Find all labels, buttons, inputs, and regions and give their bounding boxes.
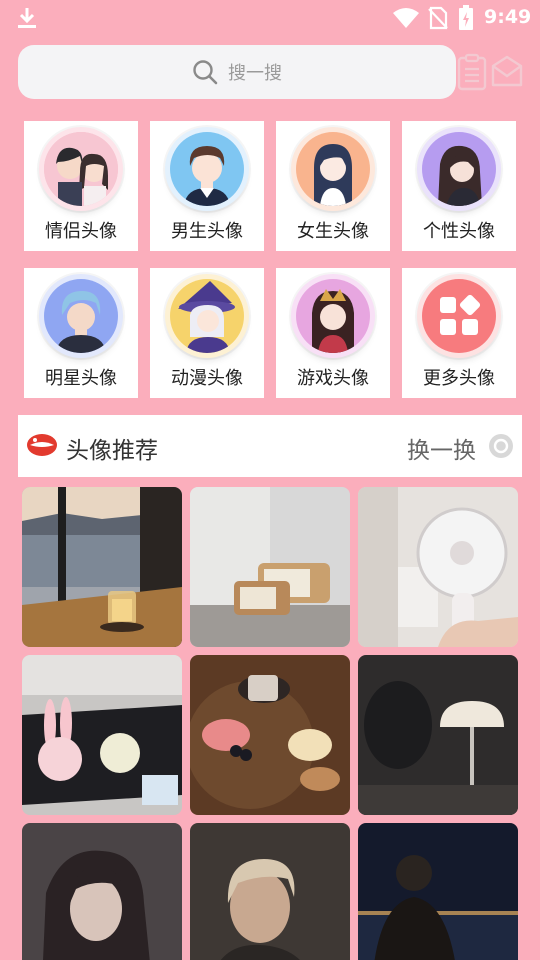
category-couple[interactable]: 情侣头像	[24, 121, 138, 251]
night-portrait-photo	[358, 823, 518, 960]
search-placeholder: 搜一搜	[228, 63, 282, 84]
lips-icon	[27, 434, 57, 456]
category-label: 男生头像	[171, 221, 243, 242]
girl-portrait-photo	[22, 823, 182, 960]
bunny-bag-photo	[22, 655, 182, 815]
status-bar: 9:49	[0, 0, 540, 36]
category-label: 动漫头像	[171, 368, 243, 389]
photo-tile[interactable]	[22, 655, 182, 815]
photo-tile[interactable]	[358, 487, 518, 647]
retro-tv-clock-photo	[190, 487, 350, 647]
no-sim-icon	[428, 6, 448, 30]
mail-icon[interactable]	[490, 54, 524, 88]
download-icon	[18, 8, 36, 28]
personality-avatar-icon	[422, 132, 496, 206]
couple-avatar-icon	[44, 132, 118, 206]
hand-fan-photo	[358, 487, 518, 647]
photo-tile[interactable]	[190, 487, 350, 647]
search-icon	[193, 60, 218, 85]
category-label: 个性头像	[423, 221, 495, 242]
drinks-table-photo	[190, 655, 350, 815]
anime-avatar-icon	[170, 279, 244, 353]
search-bar[interactable]: 搜一搜	[18, 45, 456, 99]
clipboard-icon[interactable]	[457, 53, 489, 91]
game-avatar-icon	[296, 279, 370, 353]
swap-button[interactable]: 换一换	[407, 431, 476, 465]
category-label: 明星头像	[45, 368, 117, 389]
girl-avatar-icon	[296, 132, 370, 206]
category-more[interactable]: 更多头像	[402, 268, 516, 398]
more-grid-icon	[422, 279, 496, 353]
category-personality[interactable]: 个性头像	[402, 121, 516, 251]
category-label: 情侣头像	[45, 221, 117, 242]
wifi-icon	[393, 8, 419, 28]
category-label: 女生头像	[297, 221, 369, 242]
category-label: 游戏头像	[297, 368, 369, 389]
mushroom-lamp-photo	[358, 655, 518, 815]
category-anime[interactable]: 动漫头像	[150, 268, 264, 398]
photo-tile[interactable]	[190, 655, 350, 815]
photo-tile[interactable]	[358, 823, 518, 960]
category-label: 更多头像	[423, 368, 495, 389]
category-game[interactable]: 游戏头像	[276, 268, 390, 398]
boy-avatar-icon	[170, 132, 244, 206]
photo-tile[interactable]	[22, 823, 182, 960]
category-boy[interactable]: 男生头像	[150, 121, 264, 251]
star-avatar-icon	[44, 279, 118, 353]
lakeside-table-photo	[22, 487, 182, 647]
category-star[interactable]: 明星头像	[24, 268, 138, 398]
photo-tile[interactable]	[358, 655, 518, 815]
clock: 9:49	[484, 6, 532, 28]
recommend-header: 头像推荐 换一换	[18, 415, 522, 477]
recommend-title: 头像推荐	[66, 438, 158, 464]
photo-tile[interactable]	[22, 487, 182, 647]
photo-tile[interactable]	[190, 823, 350, 960]
battery-icon	[459, 5, 473, 30]
boy-portrait-photo	[190, 823, 350, 960]
category-girl[interactable]: 女生头像	[276, 121, 390, 251]
refresh-icon[interactable]	[488, 433, 514, 459]
